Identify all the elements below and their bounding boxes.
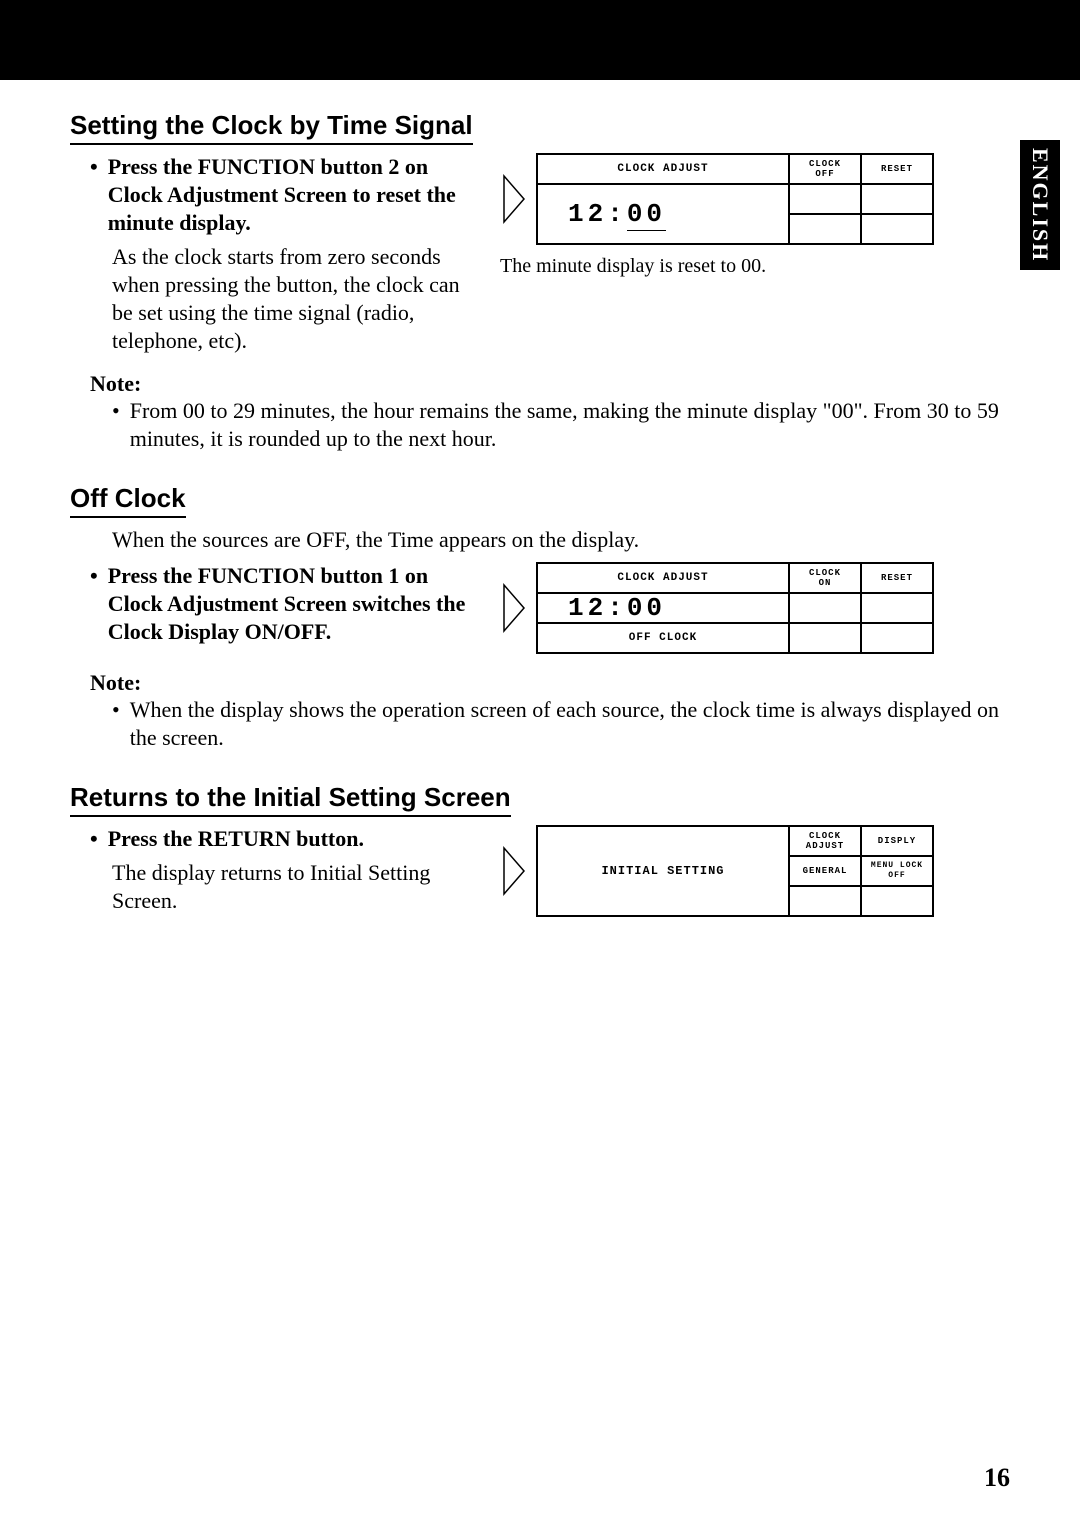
intro-text: When the sources are OFF, the Time appea… — [112, 526, 1010, 554]
section-return-initial: Returns to the Initial Setting Screen • … — [70, 782, 1010, 917]
note-label: Note: — [90, 670, 1010, 696]
lcd-main: INITIAL SETTING — [538, 827, 788, 915]
lcd-btn-general: GENERAL — [790, 857, 860, 885]
section-time-signal: Setting the Clock by Time Signal • Press… — [70, 110, 1010, 453]
heading-return-initial: Returns to the Initial Setting Screen — [70, 782, 511, 817]
page-number: 16 — [984, 1463, 1010, 1493]
bullet-dot: • — [112, 696, 120, 752]
note-label: Note: — [90, 371, 1010, 397]
lcd-time: 12:00 — [538, 594, 788, 622]
lcd-btn-clock-on: CLOCKON — [790, 564, 860, 592]
lcd-btn-reset: RESET — [862, 564, 932, 592]
bullet-text: Press the FUNCTION button 2 on Clock Adj… — [108, 153, 470, 237]
lcd-panel-clock-adjust-1: CLOCK ADJUST CLOCKOFF RESET 12:00 — [536, 153, 934, 245]
lcd-btn-disply: DISPLY — [862, 827, 932, 855]
lcd-title: CLOCK ADJUST — [538, 564, 788, 592]
lcd-empty — [790, 185, 860, 213]
heading-off-clock: Off Clock — [70, 483, 186, 518]
section-off-clock: Off Clock When the sources are OFF, the … — [70, 483, 1010, 752]
language-tab: ENGLISH — [1020, 140, 1060, 270]
lcd-panel-clock-adjust-2: CLOCK ADJUST CLOCKON RESET 12:00 OFF CLO… — [536, 562, 934, 654]
lcd-empty — [790, 887, 860, 915]
lcd-panel-initial-setting: INITIAL SETTING CLOCKADJUST DISPLY GENER… — [536, 825, 934, 917]
bullet-dot: • — [90, 825, 98, 853]
lcd-empty — [862, 887, 932, 915]
heading-time-signal: Setting the Clock by Time Signal — [70, 110, 473, 145]
lcd-title: CLOCK ADJUST — [538, 155, 788, 183]
bullet-text: Press the RETURN button. — [108, 825, 364, 853]
lcd-empty — [862, 215, 932, 243]
lcd-sub: OFF CLOCK — [538, 624, 788, 652]
triangle-right-icon — [500, 583, 528, 633]
panel-caption: The minute display is reset to 00. — [500, 255, 934, 278]
top-black-bar — [0, 0, 1080, 80]
body-text: As the clock starts from zero seconds wh… — [112, 243, 470, 355]
lcd-time: 12:00 — [538, 185, 788, 243]
bullet-dot: • — [90, 153, 98, 237]
lcd-btn-clock-off: CLOCKOFF — [790, 155, 860, 183]
bullet-text: Press the FUNCTION button 1 on Clock Adj… — [108, 562, 470, 646]
lcd-empty — [790, 594, 860, 622]
lcd-empty — [790, 624, 860, 652]
note-text: From 00 to 29 minutes, the hour remains … — [130, 397, 1010, 453]
triangle-right-icon — [500, 174, 528, 224]
body-text: The display returns to Initial Setting S… — [112, 859, 470, 915]
lcd-empty — [790, 215, 860, 243]
triangle-right-icon — [500, 846, 528, 896]
bullet-dot: • — [90, 562, 98, 646]
bullet-dot: • — [112, 397, 120, 453]
lcd-empty — [862, 185, 932, 213]
lcd-btn-menulock: MENU LOCKOFF — [862, 857, 932, 885]
note-text: When the display shows the operation scr… — [130, 696, 1010, 752]
lcd-empty — [862, 594, 932, 622]
lcd-btn-reset: RESET — [862, 155, 932, 183]
lcd-btn-clock-adjust: CLOCKADJUST — [790, 827, 860, 855]
lcd-empty — [862, 624, 932, 652]
